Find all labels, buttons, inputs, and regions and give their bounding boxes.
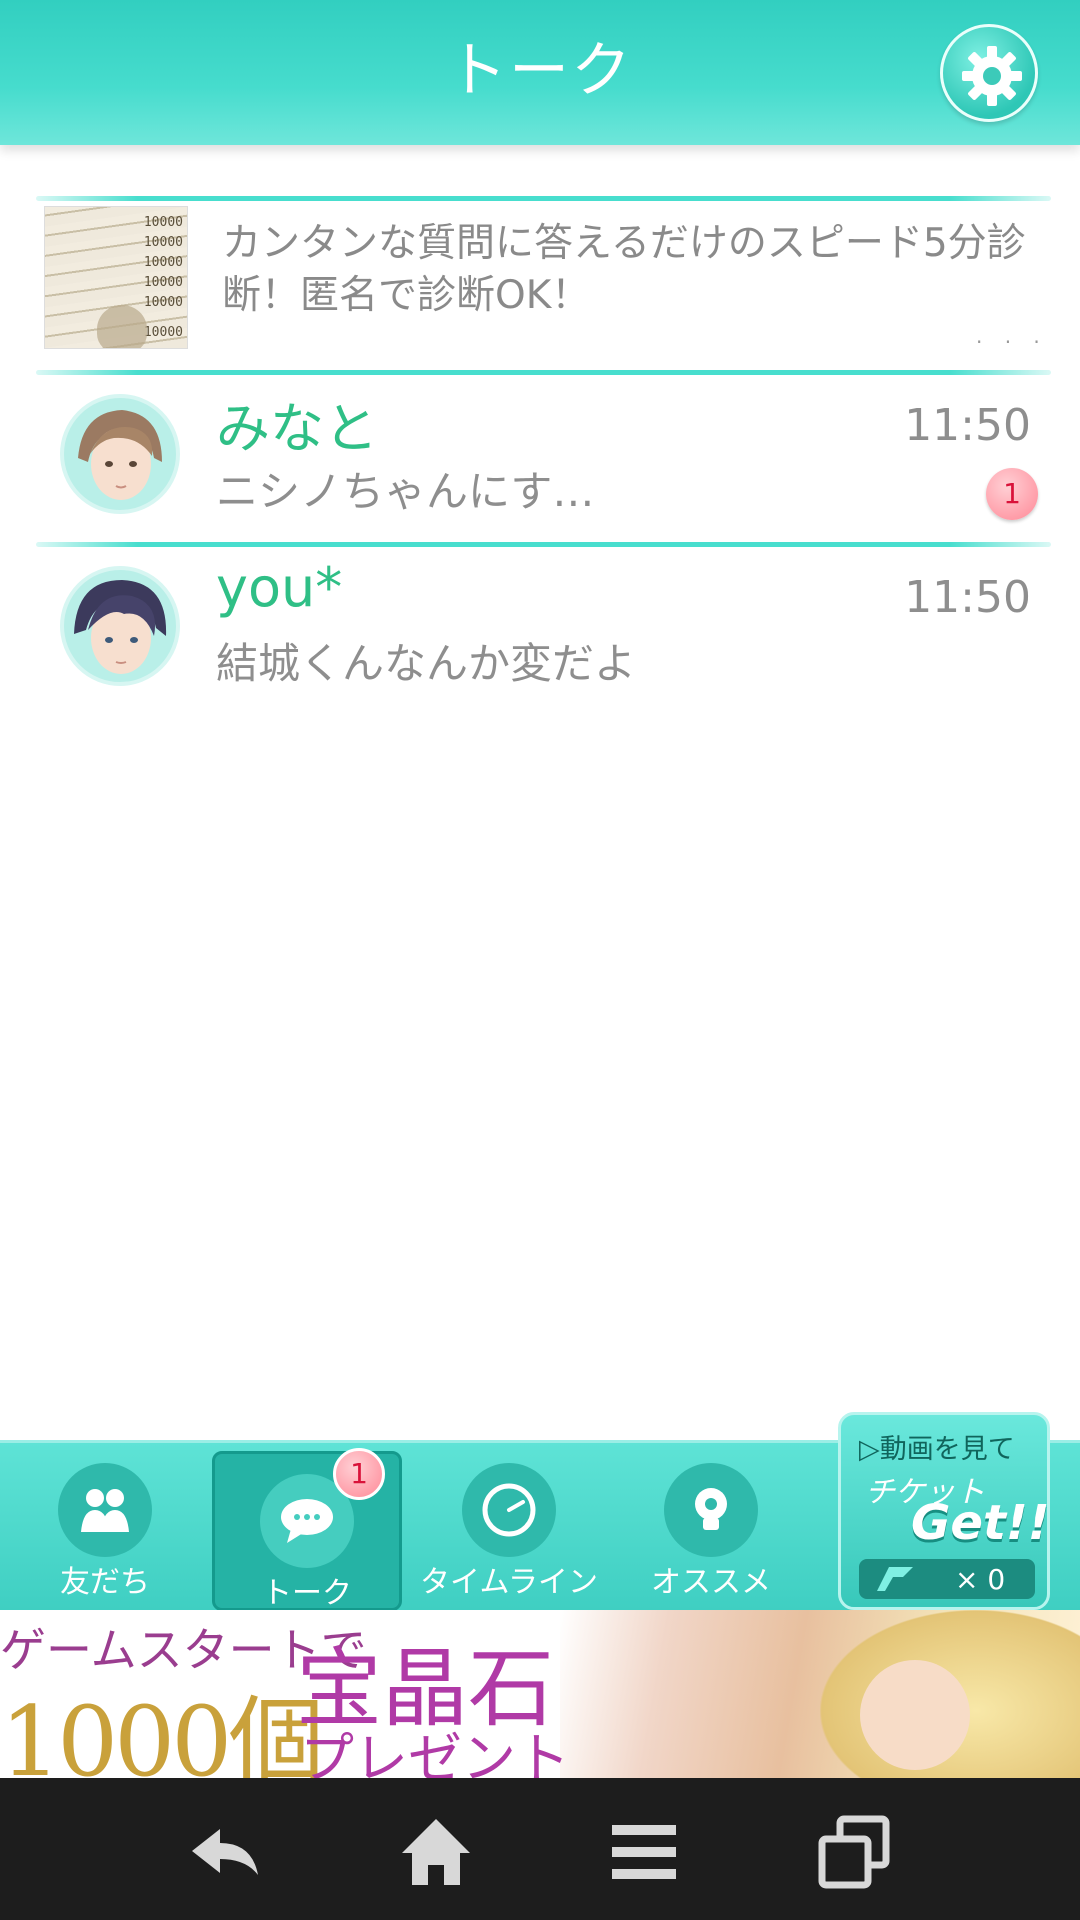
lightbulb-icon (695, 1488, 727, 1530)
bill-label: 10000 (143, 275, 183, 290)
ad-more-dots: · · · (976, 330, 1048, 354)
tab-timeline[interactable]: タイムライン (414, 1443, 604, 1603)
avatar (60, 394, 180, 514)
gear-icon (962, 46, 1022, 106)
tab-badge: 1 (333, 1448, 385, 1500)
list-divider (36, 542, 1051, 547)
banner-artwork (560, 1610, 1080, 1778)
ad-list-item[interactable]: 10000 10000 10000 10000 10000 10000 カンタン… (36, 204, 1051, 364)
unread-badge: 1 (986, 468, 1038, 520)
chat-last-message: 結城くんなんか変だよ (216, 639, 637, 688)
chat-bubble-icon (281, 1499, 333, 1543)
menu-icon (612, 1825, 676, 1879)
list-divider (36, 196, 1051, 201)
bill-label: 10000 (143, 255, 183, 270)
bill-label: 10000 (143, 215, 183, 230)
list-divider (36, 370, 1051, 375)
nav-icon-circle (664, 1463, 758, 1557)
page-title: トーク (447, 36, 633, 106)
home-icon (402, 1819, 470, 1885)
system-navigation-bar (0, 1778, 1080, 1920)
friends-icon (81, 1489, 129, 1532)
banner-character-face (860, 1660, 970, 1770)
bill-label: 10000 (143, 295, 183, 310)
app-header: トーク (0, 0, 1080, 145)
tab-friends[interactable]: 友だち (10, 1443, 200, 1603)
ticket-caption-text: 動画を見て (879, 1434, 1015, 1465)
watch-video-ticket-button[interactable]: ▷動画を見て チケット Get!! × 0 (838, 1412, 1050, 1610)
nav-label: オススメ (651, 1565, 771, 1600)
avatar-portrait (74, 580, 167, 674)
back-icon (192, 1829, 258, 1875)
chat-last-message: ニシノちゃんにす… (216, 467, 595, 516)
ticket-count: × 0 (955, 1563, 1006, 1596)
portrait-figure (97, 305, 147, 348)
chat-timestamp: 11:50 (904, 400, 1031, 451)
recent-apps-icon (818, 1815, 890, 1889)
bill-label: 10000 (143, 325, 183, 340)
ad-thumbnail: 10000 10000 10000 10000 10000 10000 (44, 206, 188, 349)
nav-icon-circle (58, 1463, 152, 1557)
chat-list-item[interactable]: you* 11:50 結城くんなんか変だよ (36, 550, 1051, 710)
ticket-caption: ▷動画を見て (859, 1427, 1015, 1466)
avatar-portrait (78, 410, 162, 500)
chat-contact-name: みなと (216, 397, 378, 460)
menu-button[interactable] (604, 1813, 684, 1893)
nav-label: 友だち (60, 1565, 150, 1600)
banner-present-text: プレゼント (300, 1727, 570, 1778)
talk-screen: トーク 10000 10000 10000 10000 10000 10000 … (0, 0, 1080, 1920)
banner-amount: 1000個 (0, 1686, 324, 1778)
avatar (60, 566, 180, 686)
ticket-get-text: Get!! (911, 1495, 1050, 1551)
recent-apps-button[interactable] (814, 1813, 894, 1893)
ticket-icon (877, 1567, 913, 1591)
nav-icon-circle (462, 1463, 556, 1557)
chat-timestamp: 11:50 (904, 572, 1031, 623)
ad-banner[interactable]: ゲームスタートで 1000個 宝晶石 プレゼント (0, 1610, 1080, 1778)
back-button[interactable] (186, 1813, 266, 1893)
clock-icon (482, 1483, 536, 1537)
nav-label: トーク (262, 1576, 352, 1611)
chat-list-item[interactable]: みなと 11:50 ニシノちゃんにす… 1 (36, 378, 1051, 538)
home-button[interactable] (396, 1813, 476, 1893)
settings-button[interactable] (940, 24, 1038, 122)
ad-text: カンタンな質問に答えるだけのスピード5分診断！匿名で診断OK！ (222, 221, 1026, 318)
bill-label: 10000 (143, 235, 183, 250)
tab-talk[interactable]: 1 トーク (212, 1448, 402, 1611)
chat-contact-name: you* (216, 556, 343, 619)
play-icon: ▷ (859, 1434, 880, 1465)
ticket-count-box: × 0 (859, 1559, 1035, 1599)
nav-label: タイムライン (420, 1565, 598, 1600)
tab-recommend[interactable]: オススメ (616, 1443, 806, 1603)
